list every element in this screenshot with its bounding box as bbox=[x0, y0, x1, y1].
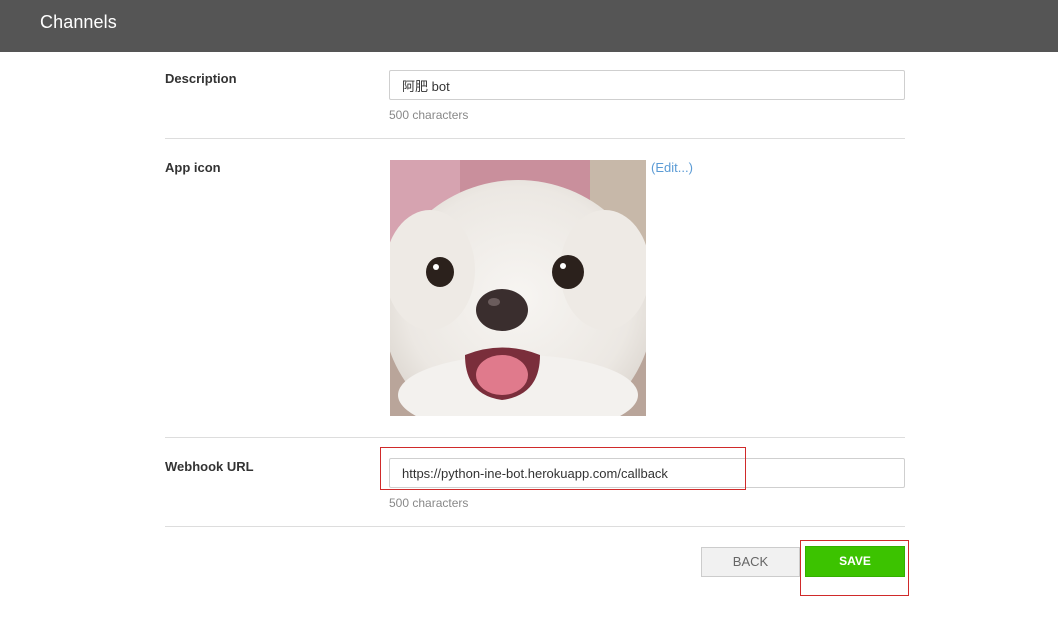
webhook-url-label: Webhook URL bbox=[165, 459, 254, 474]
edit-app-icon-link[interactable]: (Edit...) bbox=[651, 160, 693, 175]
page-title: Channels bbox=[40, 12, 117, 32]
save-button[interactable]: SAVE bbox=[805, 546, 905, 577]
dog-photo-icon bbox=[390, 160, 646, 416]
app-icon-label: App icon bbox=[165, 160, 221, 175]
description-label: Description bbox=[165, 71, 237, 86]
divider bbox=[165, 138, 905, 139]
description-input[interactable] bbox=[389, 70, 905, 100]
webhook-url-input[interactable] bbox=[389, 458, 905, 488]
webhook-char-hint: 500 characters bbox=[389, 496, 469, 510]
description-char-hint: 500 characters bbox=[389, 108, 469, 122]
divider bbox=[165, 526, 905, 527]
back-button[interactable]: BACK bbox=[701, 547, 800, 577]
edit-link-text[interactable]: Edit... bbox=[655, 160, 688, 175]
app-icon-image bbox=[390, 160, 646, 416]
top-bar: Channels bbox=[0, 0, 1058, 52]
divider bbox=[165, 437, 905, 438]
